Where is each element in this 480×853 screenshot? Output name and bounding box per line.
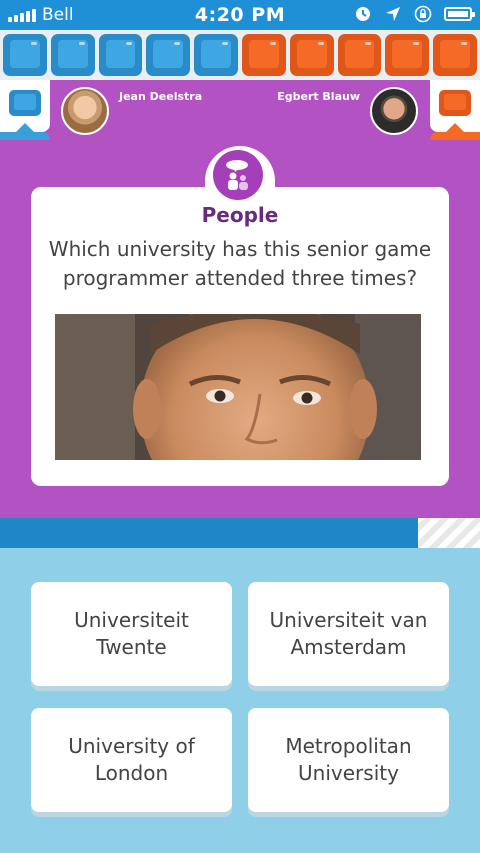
status-icons bbox=[354, 5, 475, 23]
status-bar: Bell 4:20 PM bbox=[0, 0, 480, 30]
orange-gem-icon bbox=[439, 90, 471, 116]
location-arrow-icon bbox=[386, 7, 400, 21]
round-progress-gems bbox=[0, 30, 480, 80]
question-category: People bbox=[201, 203, 279, 227]
timer-bar bbox=[0, 518, 480, 548]
question-photo bbox=[55, 314, 421, 460]
answer-button-1[interactable]: Universiteit Twente bbox=[31, 582, 232, 686]
left-player-name: Jean Deelstra bbox=[119, 90, 203, 103]
answer-button-3[interactable]: University of London bbox=[31, 708, 232, 812]
right-player-name: Egbert Blauw bbox=[277, 90, 360, 103]
timer-fill bbox=[0, 518, 418, 548]
blue-gem-icon bbox=[3, 34, 47, 76]
answer-button-4[interactable]: Metropolitan University bbox=[248, 708, 449, 812]
battery-icon bbox=[444, 7, 475, 21]
blue-gem-icon bbox=[98, 34, 143, 76]
left-player-avatar[interactable] bbox=[61, 87, 109, 135]
blue-gem-icon bbox=[146, 34, 191, 76]
people-category-icon bbox=[213, 150, 263, 200]
right-player-avatar[interactable] bbox=[370, 87, 418, 135]
blue-gem-icon bbox=[50, 34, 95, 76]
orange-gem-icon bbox=[337, 34, 382, 76]
orange-gem-icon bbox=[241, 34, 286, 76]
clock-icon bbox=[356, 7, 370, 21]
orange-gem-icon bbox=[433, 34, 477, 76]
blue-gem-icon bbox=[9, 90, 41, 116]
orange-gem-icon bbox=[385, 34, 430, 76]
blue-gem-icon bbox=[194, 34, 238, 76]
answer-button-2[interactable]: Universiteit van Amsterdam bbox=[248, 582, 449, 686]
orientation-lock-icon bbox=[414, 5, 432, 23]
orange-gem-icon bbox=[289, 34, 334, 76]
question-text: Which university has this senior game pr… bbox=[48, 237, 432, 290]
